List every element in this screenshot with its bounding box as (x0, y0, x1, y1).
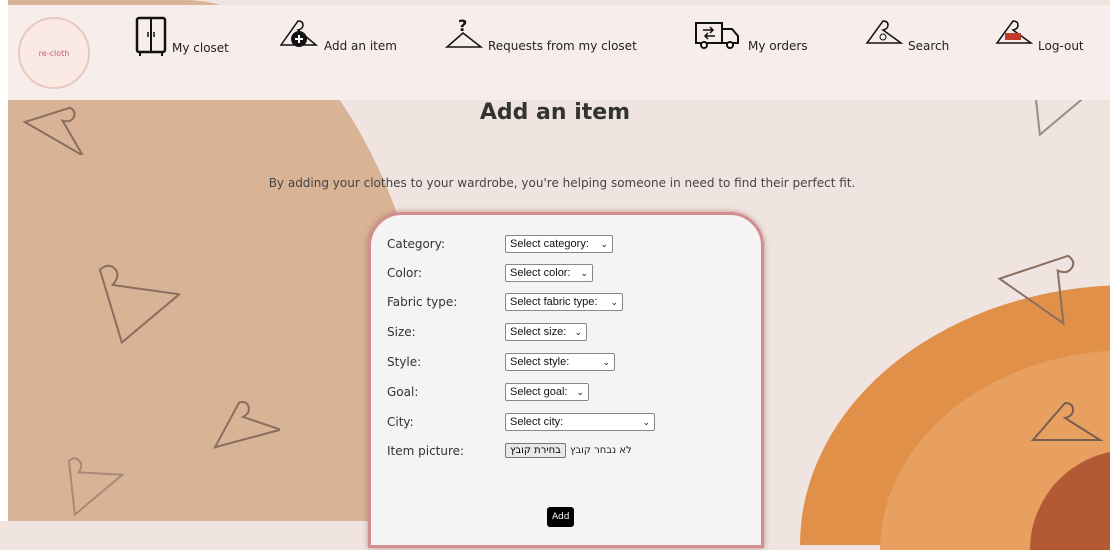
category-label: Category: (387, 237, 445, 251)
chevron-down-icon: ⌄ (574, 326, 582, 337)
chevron-down-icon: ⌄ (576, 386, 584, 397)
city-select[interactable]: Select city: ⌄ (505, 413, 655, 431)
form-row-style: Style: Select style: ⌄ (387, 353, 615, 371)
svg-text:?: ? (458, 16, 467, 35)
hanger-decoration-icon (997, 254, 1075, 325)
delivery-truck-icon (695, 22, 739, 49)
logo-text: re-cloth (38, 48, 70, 58)
form-row-color: Color: Select color: ⌄ (387, 264, 593, 282)
chevron-down-icon: ⌄ (602, 356, 610, 367)
nav-requests-label: Requests from my closet (488, 39, 637, 53)
fabric-select[interactable]: Select fabric type: ⌄ (505, 293, 623, 311)
style-select[interactable]: Select style: ⌄ (505, 353, 615, 371)
color-select[interactable]: Select color: ⌄ (505, 264, 593, 282)
style-label: Style: (387, 355, 422, 369)
form-row-picture: Item picture: בחירת קובץ לא נבחר קובץ (387, 443, 632, 458)
no-file-status: לא נבחר קובץ (569, 445, 632, 456)
left-edge (0, 0, 8, 521)
add-item-form: Category: Select category: ⌄ Color: Selec… (368, 212, 764, 548)
nav-my-orders[interactable]: My orders (694, 15, 808, 55)
size-select[interactable]: Select size: ⌄ (505, 323, 587, 341)
size-select-value: Select size: (510, 326, 567, 338)
fabric-select-value: Select fabric type: (510, 296, 598, 308)
top-navbar: re-cloth My closet Add an item ? Request… (8, 5, 1110, 100)
color-label: Color: (387, 266, 423, 280)
closet-icon (135, 16, 167, 56)
hanger-decoration-icon (98, 264, 180, 345)
form-row-goal: Goal: Select goal: ⌄ (387, 383, 589, 401)
goal-label: Goal: (387, 385, 419, 399)
nav-search[interactable]: Search (864, 15, 949, 55)
hanger-question-icon: ? (445, 16, 484, 48)
nav-search-label: Search (908, 39, 950, 53)
form-row-city: City: Select city: ⌄ (387, 413, 655, 431)
category-select-value: Select category: (510, 238, 589, 250)
nav-my-orders-label: My orders (748, 39, 808, 53)
choose-file-button[interactable]: בחירת קובץ (505, 443, 566, 458)
nav-add-item[interactable]: Add an item (278, 15, 397, 55)
hanger-decoration-icon (1030, 401, 1104, 441)
chevron-down-icon: ⌄ (642, 416, 650, 427)
category-select[interactable]: Select category: ⌄ (505, 235, 613, 253)
goal-select[interactable]: Select goal: ⌄ (505, 383, 589, 401)
nav-my-closet-label: My closet (172, 41, 229, 55)
chevron-down-icon: ⌄ (600, 238, 608, 249)
picture-label: Item picture: (387, 443, 465, 458)
nav-log-out-label: Log-out (1038, 39, 1084, 53)
hanger-exit-icon (995, 20, 1034, 44)
page-subtitle: By adding your clothes to your wardrobe,… (268, 176, 856, 190)
page-title: Add an item (479, 100, 631, 125)
nav-log-out[interactable]: Log-out (994, 15, 1084, 55)
form-row-category: Category: Select category: ⌄ (387, 235, 613, 253)
city-select-value: Select city: (510, 416, 564, 428)
hanger-decoration-icon (67, 457, 125, 517)
chevron-down-icon: ⌄ (610, 296, 618, 307)
form-row-size: Size: Select size: ⌄ (387, 323, 587, 341)
nav-add-item-label: Add an item (324, 39, 397, 53)
chevron-down-icon: ⌄ (580, 267, 588, 278)
add-button[interactable]: Add (547, 507, 575, 527)
hanger-search-icon (865, 20, 904, 44)
size-label: Size: (387, 325, 416, 339)
nav-my-closet[interactable]: My closet (134, 15, 229, 57)
form-row-fabric: Fabric type: Select fabric type: ⌄ (387, 293, 623, 311)
re-cloth-logo[interactable]: re-cloth (18, 17, 90, 89)
hanger-decoration-icon (212, 400, 280, 449)
city-label: City: (387, 415, 414, 429)
style-select-value: Select style: (510, 356, 570, 368)
fabric-label: Fabric type: (387, 295, 458, 309)
goal-select-value: Select goal: (510, 386, 568, 398)
nav-requests[interactable]: ? Requests from my closet (444, 15, 637, 55)
hanger-plus-icon (279, 20, 319, 47)
color-select-value: Select color: (510, 267, 571, 279)
